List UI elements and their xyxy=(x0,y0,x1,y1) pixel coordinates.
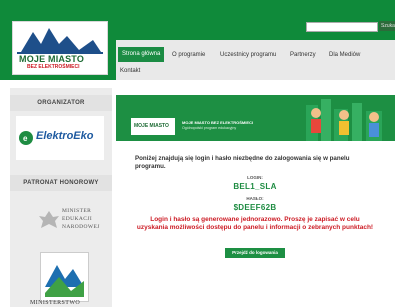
banner-logo: MOJE MIASTO xyxy=(131,118,175,135)
organizer-logo-box[interactable]: e ElektroEko xyxy=(16,116,104,160)
nav-item-participants[interactable]: Uczestnicy programu xyxy=(220,50,276,60)
site-logo[interactable]: MOJE MIASTO BEZ ELEKTROŚMIECI xyxy=(12,21,108,75)
logo-title: MOJE MIASTO xyxy=(19,54,85,64)
ministry2-label: MINISTERSTWO xyxy=(30,300,81,306)
password-value: $DEEF62B xyxy=(233,203,277,212)
login-value: BEL1_SLA xyxy=(233,182,277,191)
nav-item-media[interactable]: Dla Mediów xyxy=(329,50,360,60)
logo-subtitle: BEZ ELEKTROŚMIECI xyxy=(27,64,80,70)
svg-text:e: e xyxy=(23,134,28,143)
ministry2-logo-box[interactable] xyxy=(40,252,89,302)
nav-item-contact[interactable]: Kontakt xyxy=(120,66,140,76)
banner-logo-title: MOJE MIASTO xyxy=(134,123,169,129)
intro-text: Poniżej znajdują się login i hasło niezb… xyxy=(135,155,350,170)
patron-heading: PATRONAT HONOROWY xyxy=(10,175,112,191)
nav-item-partners[interactable]: Partnerzy xyxy=(290,50,316,60)
warning-message: Login i hasło są generowane jednorazowo.… xyxy=(136,216,374,231)
banner-subtitle: Ogólnopolski program edukacyjny xyxy=(182,126,237,130)
ministry-logo-box[interactable]: MINISTER EDUKACJI NARODOWEJ xyxy=(16,196,104,242)
organizer-logo-text: ElektroEko xyxy=(36,130,94,142)
go-to-login-button[interactable]: Przejdź do logowania xyxy=(225,248,285,258)
search-button[interactable]: Szuka xyxy=(379,21,395,31)
ministry-line1: MINISTER xyxy=(62,208,92,214)
banner-title: MOJE MIASTO BEZ ELEKTROŚMIECI xyxy=(182,120,254,125)
eagle-emblem-icon xyxy=(39,211,59,228)
nav-item-about[interactable]: O programie xyxy=(172,50,205,60)
organizer-heading: ORGANIZATOR xyxy=(10,95,112,111)
mountains-logo-icon xyxy=(45,257,84,297)
login-label: LOGIN: xyxy=(247,175,263,180)
nav-item-home[interactable]: Strona główna xyxy=(118,47,165,62)
ministry-line2: EDUKACJI xyxy=(62,216,93,222)
password-label: HASŁO: xyxy=(246,196,264,201)
search-input[interactable] xyxy=(306,22,378,32)
ministry-line3: NARODOWEJ xyxy=(62,224,100,230)
